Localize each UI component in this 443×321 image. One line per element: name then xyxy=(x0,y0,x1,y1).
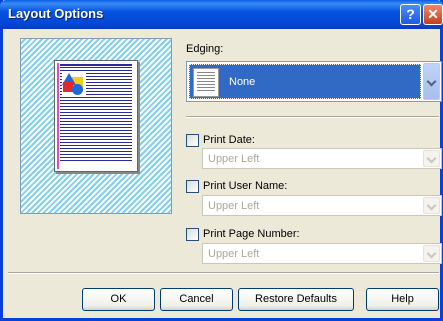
chevron-down-icon xyxy=(426,200,437,210)
edging-label: Edging: xyxy=(186,43,224,55)
help-button[interactable]: Help xyxy=(366,288,439,311)
edging-dropdown-button[interactable] xyxy=(423,63,440,100)
print-user-name-label: Print User Name: xyxy=(203,180,288,192)
separator xyxy=(186,116,439,118)
edging-selected-value: None xyxy=(229,76,256,88)
close-button[interactable]: ✕ xyxy=(423,4,443,25)
dialog-title: Layout Options xyxy=(8,6,104,21)
chevron-down-icon xyxy=(426,76,437,86)
chevron-down-icon xyxy=(426,153,437,163)
title-bar[interactable]: Layout Options ? ✕ xyxy=(0,0,443,29)
header-bar xyxy=(60,64,132,66)
edging-preview-icon xyxy=(193,68,219,97)
binding-margin-marker xyxy=(57,63,59,169)
print-user-name-position-dropdown[interactable]: Upper Left xyxy=(202,195,442,216)
print-page-number-position-dropdown[interactable]: Upper Left xyxy=(202,243,442,264)
edging-selected-item: None xyxy=(189,64,421,99)
print-page-number-label: Print Page Number: xyxy=(203,228,300,240)
title-help-button[interactable]: ? xyxy=(400,4,421,25)
print-date-checkbox[interactable] xyxy=(186,134,199,147)
print-date-dropdown-button[interactable] xyxy=(423,150,440,167)
print-user-name-position-value: Upper Left xyxy=(208,200,260,212)
edging-dropdown[interactable]: None xyxy=(186,61,442,102)
print-user-name-dropdown-button[interactable] xyxy=(423,197,440,214)
print-user-name-checkbox[interactable] xyxy=(186,180,199,193)
cancel-button[interactable]: Cancel xyxy=(160,288,233,311)
bottom-separator xyxy=(8,272,439,274)
print-date-position-dropdown[interactable]: Upper Left xyxy=(202,148,442,169)
print-page-number-position-value: Upper Left xyxy=(208,248,260,260)
chevron-down-icon xyxy=(426,248,437,258)
preview-page xyxy=(54,60,138,172)
layout-options-dialog: Layout Options ? ✕ Edging: None Print Da… xyxy=(0,0,443,321)
print-page-number-dropdown-button[interactable] xyxy=(423,245,440,262)
restore-defaults-button[interactable]: Restore Defaults xyxy=(238,288,354,311)
layout-preview xyxy=(20,38,172,214)
print-date-position-value: Upper Left xyxy=(208,153,260,165)
print-page-number-checkbox[interactable] xyxy=(186,228,199,241)
image-icon xyxy=(62,73,86,97)
print-date-label: Print Date: xyxy=(203,134,255,146)
ok-button[interactable]: OK xyxy=(82,288,155,311)
